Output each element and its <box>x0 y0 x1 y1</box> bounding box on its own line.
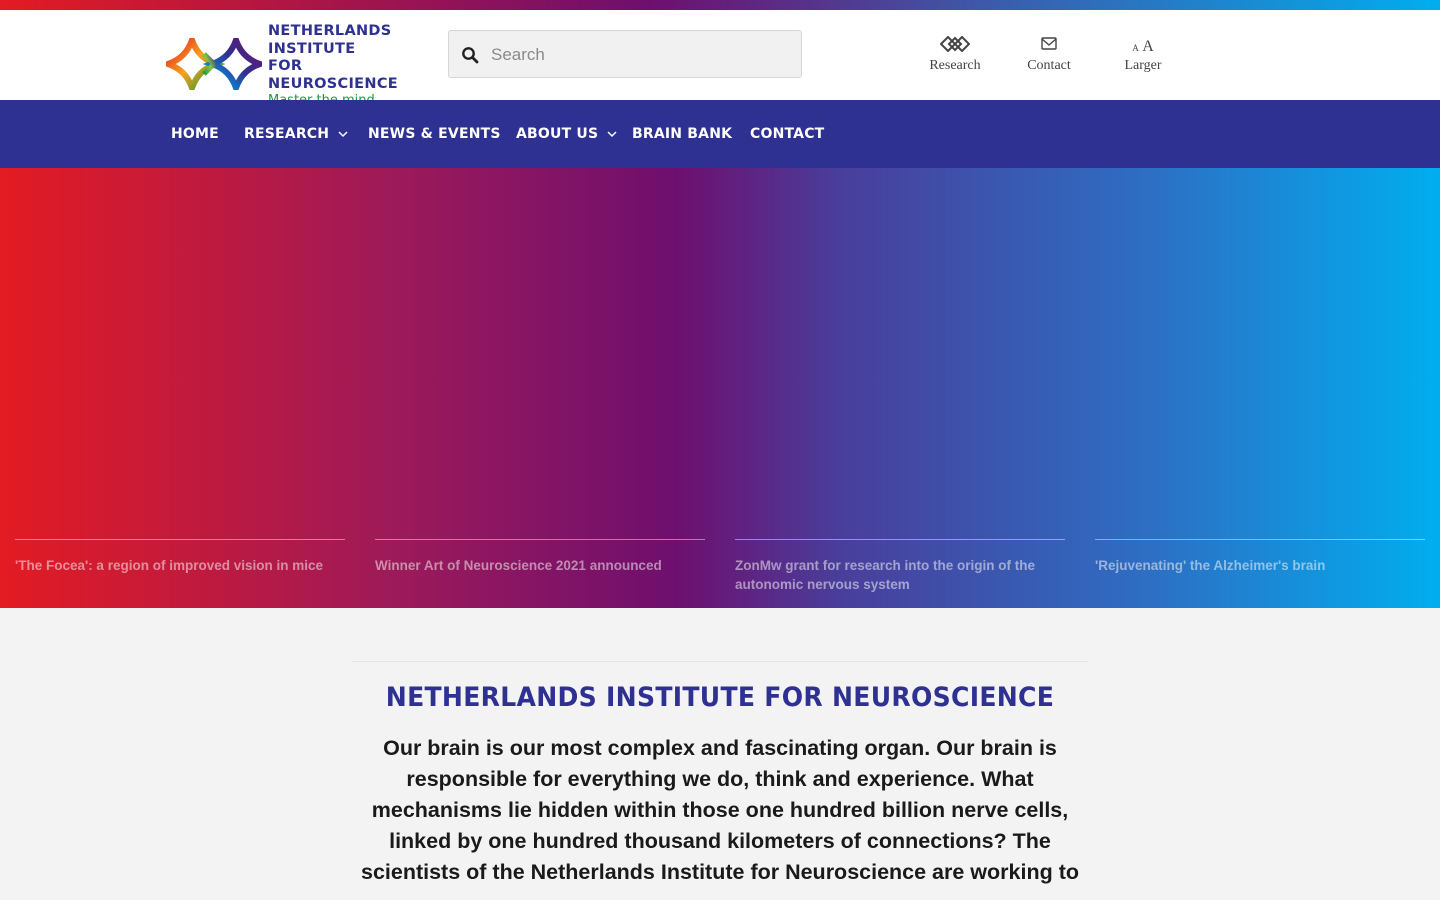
hero-news-item[interactable]: Winner Art of Neuroscience 2021 announce… <box>375 539 705 575</box>
text-size-large-a: A <box>1142 38 1154 55</box>
nav-item-about-us[interactable]: ABOUT US <box>516 100 617 168</box>
nav-item-label: BRAIN BANK <box>632 126 733 142</box>
chevron-down-icon <box>607 130 617 137</box>
contact-link[interactable]: Contact <box>1009 30 1089 80</box>
contact-link-label: Contact <box>1027 58 1071 73</box>
nav-item-home[interactable]: HOME <box>171 100 219 168</box>
site-header: NETHERLANDS INSTITUTE FOR NEUROSCIENCE M… <box>0 10 1440 108</box>
main-navigation: HOME RESEARCH NEWS & EVENTS ABOUT US BRA… <box>0 100 1440 168</box>
logo-line-2: INSTITUTE <box>268 40 356 57</box>
nav-item-label: ABOUT US <box>516 126 599 142</box>
hero-news-title: 'Rejuvenating' the Alzheimer's brain <box>1095 558 1326 573</box>
text-size-icon: A A <box>1103 36 1183 58</box>
nav-item-label: RESEARCH <box>244 126 330 142</box>
top-gradient-stripe <box>0 0 1440 10</box>
divider <box>352 661 1088 662</box>
hero-banner: 'The Focea': a region of improved vision… <box>0 168 1440 608</box>
research-link-label: Research <box>929 58 981 73</box>
envelope-icon <box>1009 36 1089 58</box>
hero-news-title: 'The Focea': a region of improved vision… <box>15 558 323 573</box>
chevron-down-icon <box>338 130 348 137</box>
intro-text: Our brain is our most complex and fascin… <box>360 736 1079 884</box>
nav-item-research[interactable]: RESEARCH <box>244 100 348 168</box>
text-size-label: Larger <box>1124 58 1162 73</box>
nav-item-label: NEWS & EVENTS <box>368 126 501 142</box>
nav-item-news-events[interactable]: NEWS & EVENTS <box>368 100 501 168</box>
nav-item-contact[interactable]: CONTACT <box>750 100 824 168</box>
text-size-larger-button[interactable]: A A Larger <box>1103 30 1183 80</box>
research-link[interactable]: Research <box>915 30 995 80</box>
hero-news-title: Winner Art of Neuroscience 2021 announce… <box>375 558 662 573</box>
logo-line-1: NETHERLANDS <box>268 23 392 39</box>
hero-news-item[interactable]: 'The Focea': a region of improved vision… <box>15 539 345 575</box>
search-input[interactable] <box>489 31 793 79</box>
hero-news-title: ZonMw grant for research into the origin… <box>735 558 1036 592</box>
nav-item-label: CONTACT <box>750 126 825 142</box>
logo-line-3: FOR NEUROSCIENCE <box>268 58 398 92</box>
text-size-small-a: A <box>1132 43 1139 53</box>
page-title: NETHERLANDS INSTITUTE FOR NEUROSCIENCE <box>385 682 1055 713</box>
logo-mark-icon <box>166 38 262 90</box>
search-icon[interactable] <box>461 46 479 64</box>
nav-item-brain-bank[interactable]: BRAIN BANK <box>632 100 732 168</box>
intro-section: NETHERLANDS INSTITUTE FOR NEUROSCIENCE O… <box>352 661 1088 888</box>
hero-news-item[interactable]: 'Rejuvenating' the Alzheimer's brain <box>1095 539 1425 575</box>
hero-news-item[interactable]: ZonMw grant for research into the origin… <box>735 539 1065 594</box>
site-logo[interactable]: NETHERLANDS INSTITUTE FOR NEUROSCIENCE M… <box>166 22 436 108</box>
research-diamonds-icon <box>915 35 995 58</box>
search-box[interactable] <box>448 30 802 79</box>
nav-item-label: HOME <box>171 126 219 142</box>
